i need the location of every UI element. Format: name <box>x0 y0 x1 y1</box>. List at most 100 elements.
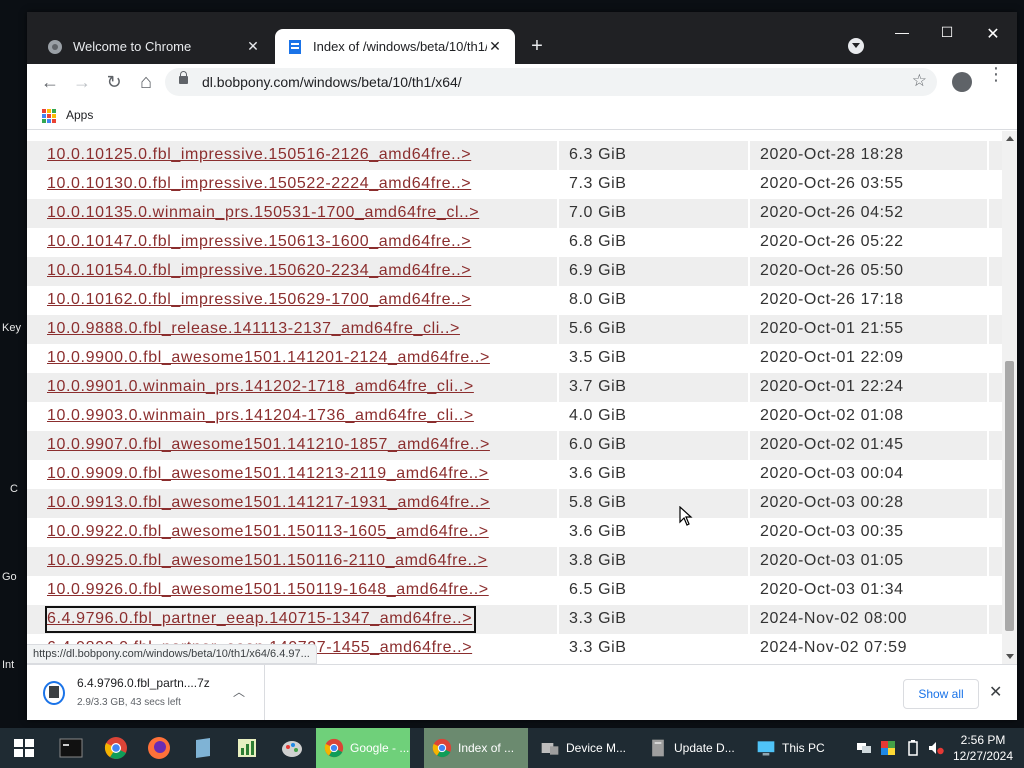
file-link[interactable]: 10.0.9913.0.fbl_awesome1501.141217-1931_… <box>47 494 490 512</box>
tab-close-icon[interactable]: ✕ <box>245 38 261 55</box>
taskbar-this-pc[interactable]: This PC <box>748 728 844 768</box>
file-link[interactable]: 10.0.9907.0.fbl_awesome1501.141210-1857_… <box>47 436 490 454</box>
file-size: 5.6 GiB <box>569 320 627 337</box>
status-bubble: https://dl.bobpony.com/windows/beta/10/t… <box>27 644 317 664</box>
file-size: 6.0 GiB <box>569 436 627 453</box>
column-divider <box>987 431 989 460</box>
file-link[interactable]: 10.0.10162.0.fbl_impressive.150629-1700_… <box>47 291 471 309</box>
file-link[interactable]: 10.0.9903.0.winmain_prs.141204-1736_amd6… <box>47 407 474 425</box>
volume-muted-icon[interactable] <box>928 740 944 756</box>
notepad-icon[interactable] <box>191 736 215 760</box>
desktop-icon-label[interactable]: C <box>10 483 18 495</box>
download-filename[interactable]: 6.4.9796.0.fbl_partn....7z <box>77 676 210 690</box>
desktop-icon-label[interactable]: Go <box>2 571 17 583</box>
chrome-menu-icon[interactable]: ⋮ <box>987 65 1005 83</box>
table-row: 10.0.9907.0.fbl_awesome1501.141210-1857_… <box>27 431 1002 460</box>
taskbar-update-driver[interactable]: Update D... <box>640 728 744 768</box>
tab-search-icon[interactable] <box>848 38 864 54</box>
task-label: Update D... <box>674 741 735 755</box>
file-link[interactable]: 10.0.9922.0.fbl_awesome1501.150113-1605_… <box>47 523 489 541</box>
apps-shortcut[interactable]: Apps <box>66 108 93 122</box>
battery-icon[interactable] <box>905 740 921 756</box>
file-link[interactable]: 10.0.9888.0.fbl_release.141113-2137_amd6… <box>47 320 460 338</box>
file-link[interactable]: 10.0.10130.0.fbl_impressive.150522-2224_… <box>47 175 471 193</box>
taskbar-device-manager[interactable]: Device M... <box>532 728 636 768</box>
close-download-shelf-button[interactable]: ✕ <box>989 682 1002 702</box>
file-link[interactable]: 10.0.9925.0.fbl_awesome1501.150116-2110_… <box>47 552 488 570</box>
this-pc-icon <box>757 741 775 756</box>
file-link[interactable]: 10.0.9909.0.fbl_awesome1501.141213-2119_… <box>47 465 489 483</box>
windows-start-icon[interactable] <box>12 736 36 760</box>
system-clock[interactable]: 2:56 PM 12/27/2024 <box>948 732 1018 764</box>
maximize-button[interactable]: ☐ <box>924 24 970 41</box>
taskbar-google-chrome[interactable]: Google - ... <box>316 728 410 768</box>
close-window-button[interactable]: ✕ <box>970 24 1016 44</box>
desktop-icon-label[interactable]: Key <box>2 322 21 334</box>
file-date: 2020-Oct-26 04:52 <box>760 204 904 221</box>
column-divider <box>557 228 559 257</box>
new-tab-button[interactable]: + <box>525 34 549 58</box>
file-date: 2024-Nov-02 07:59 <box>760 639 908 656</box>
profile-avatar-icon[interactable] <box>952 72 972 92</box>
minimize-button[interactable]: — <box>879 24 925 40</box>
file-link[interactable]: 10.0.9900.0.fbl_awesome1501.141201-2124_… <box>47 349 490 367</box>
table-row: 10.0.9909.0.fbl_awesome1501.141213-2119_… <box>27 460 1002 489</box>
taskbar-index-chrome[interactable]: Index of ... <box>424 728 528 768</box>
file-link[interactable]: 10.0.10125.0.fbl_impressive.150516-2126_… <box>47 146 471 164</box>
table-row: 10.0.9925.0.fbl_awesome1501.150116-2110_… <box>27 547 1002 576</box>
show-all-button[interactable]: Show all <box>903 679 979 709</box>
file-link[interactable]: 10.0.9901.0.winmain_prs.141202-1718_amd6… <box>47 378 474 396</box>
firefox-icon[interactable] <box>147 736 171 760</box>
network-icon[interactable] <box>856 740 872 756</box>
column-divider <box>748 286 750 315</box>
chrome-icon[interactable] <box>104 736 128 760</box>
tab-welcome[interactable]: Welcome to Chrome ✕ <box>35 29 273 64</box>
address-bar[interactable]: dl.bobpony.com/windows/beta/10/th1/x64/ … <box>165 68 937 96</box>
scroll-up-arrow-icon[interactable] <box>1006 136 1014 141</box>
column-divider <box>748 489 750 518</box>
back-button[interactable]: ← <box>38 70 62 94</box>
column-divider <box>748 344 750 373</box>
column-divider <box>748 228 750 257</box>
forward-button[interactable]: → <box>70 70 94 94</box>
file-link[interactable]: 10.0.10135.0.winmain_prs.150531-1700_amd… <box>47 204 479 222</box>
file-date: 2020-Oct-28 18:28 <box>760 146 904 163</box>
paint-app-icon[interactable] <box>280 736 304 760</box>
home-button[interactable]: ⌂ <box>134 70 158 94</box>
reload-button[interactable]: ↻ <box>102 70 126 94</box>
tab-close-icon[interactable]: ✕ <box>487 38 503 55</box>
lock-icon[interactable] <box>179 71 188 84</box>
chart-app-icon[interactable] <box>235 736 259 760</box>
file-date: 2020-Oct-26 03:55 <box>760 175 904 192</box>
column-divider <box>557 489 559 518</box>
table-row: 10.0.10154.0.fbl_impressive.150620-2234_… <box>27 257 1002 286</box>
file-date: 2020-Oct-01 22:09 <box>760 349 904 366</box>
file-link[interactable]: 10.0.10154.0.fbl_impressive.150620-2234_… <box>47 262 471 280</box>
column-divider <box>987 141 989 170</box>
file-size: 6.5 GiB <box>569 581 627 598</box>
vertical-scrollbar[interactable] <box>1002 131 1017 664</box>
file-link[interactable]: 10.0.9926.0.fbl_awesome1501.150119-1648_… <box>47 581 489 599</box>
column-divider <box>748 315 750 344</box>
file-size: 3.7 GiB <box>569 378 627 395</box>
tab-index[interactable]: Index of /windows/beta/10/th1/x64/ ✕ <box>275 29 515 64</box>
column-divider <box>987 547 989 576</box>
command-prompt-icon[interactable] <box>59 736 83 760</box>
download-item[interactable]: 6.4.9796.0.fbl_partn....7z 2.9/3.3 GB, 4… <box>27 665 265 720</box>
bookmark-star-icon[interactable]: ☆ <box>912 71 927 91</box>
desktop-icon-label[interactable]: Int <box>2 659 14 671</box>
chevron-up-icon[interactable]: ︿ <box>233 683 245 700</box>
color-app-icon[interactable] <box>880 740 896 756</box>
url-text[interactable]: dl.bobpony.com/windows/beta/10/th1/x64/ <box>202 74 462 90</box>
file-link[interactable]: 10.0.10147.0.fbl_impressive.150613-1600_… <box>47 233 471 251</box>
apps-grid-icon[interactable] <box>42 109 56 123</box>
file-size: 3.3 GiB <box>569 639 627 656</box>
file-date: 2020-Oct-03 00:28 <box>760 494 904 511</box>
scroll-down-arrow-icon[interactable] <box>1006 654 1014 659</box>
table-row: 10.0.9922.0.fbl_awesome1501.150113-1605_… <box>27 518 1002 547</box>
link-focus-ring <box>45 606 476 633</box>
file-size: 4.0 GiB <box>569 407 627 424</box>
file-size: 8.0 GiB <box>569 291 627 308</box>
column-divider <box>987 373 989 402</box>
scroll-thumb[interactable] <box>1005 361 1014 631</box>
